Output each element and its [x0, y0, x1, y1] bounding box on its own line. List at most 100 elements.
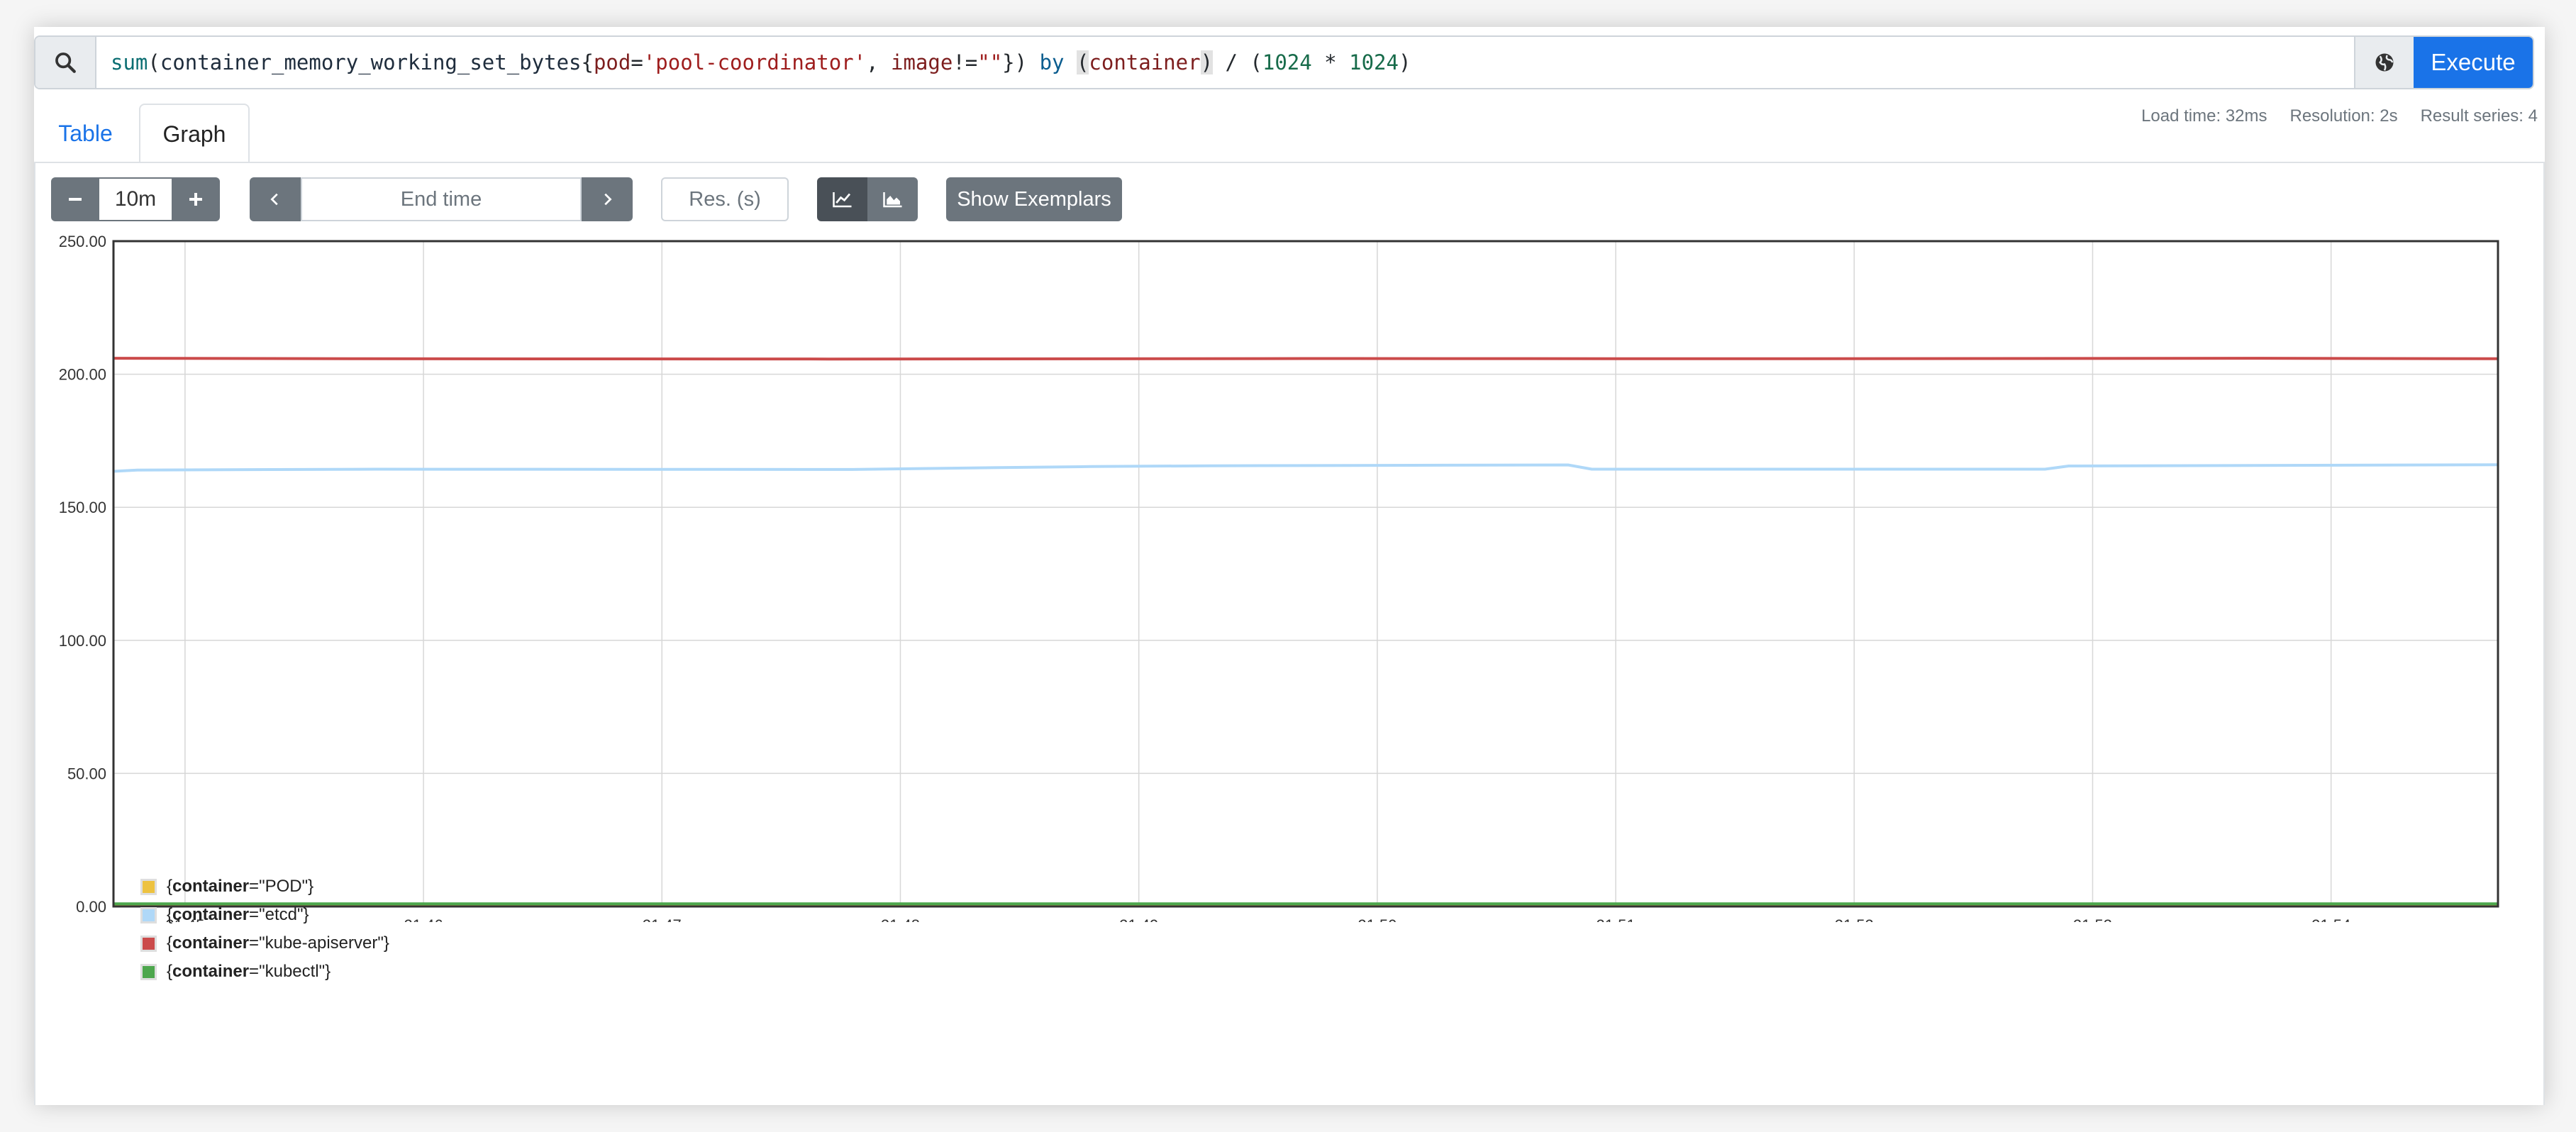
execute-button[interactable]: Execute — [2414, 37, 2533, 88]
legend-label-value: etcd — [265, 905, 297, 924]
query-token: = — [631, 50, 643, 74]
legend-item[interactable]: {container="kubectl"} — [140, 958, 389, 986]
legend-brace: "} — [377, 933, 389, 953]
resolution-input[interactable]: Res. (s) — [661, 177, 789, 221]
metrics-explorer-button[interactable] — [2354, 37, 2414, 88]
query-token: container — [1089, 50, 1201, 74]
x-tick-label: 21:53 — [2073, 916, 2112, 922]
chevron-left-icon — [270, 193, 278, 206]
end-time-input[interactable]: End time — [301, 177, 582, 221]
legend-brace: "} — [296, 905, 309, 924]
globe-icon — [2375, 53, 2394, 72]
minus-icon — [69, 198, 82, 201]
plot-area — [113, 241, 2498, 906]
x-tick-label: 21:54 — [2311, 916, 2350, 922]
legend-label: {container="etcd"} — [167, 905, 309, 925]
previous-time-button[interactable] — [250, 177, 301, 221]
query-token: 'pool-coordinator' — [643, 50, 867, 74]
tab-table[interactable]: Table — [34, 104, 137, 163]
prometheus-window: sum(container_memory_working_set_bytes{p… — [34, 27, 2545, 1105]
y-tick-label: 100.00 — [59, 632, 106, 650]
legend-brace: { — [167, 933, 173, 953]
legend-brace: { — [167, 877, 173, 896]
legend-label-key: container — [172, 877, 250, 896]
x-tick-label: 21:47 — [643, 916, 682, 922]
legend-swatch — [140, 935, 157, 952]
query-token: 1024 — [1262, 50, 1312, 74]
chart-svg: 0.0050.00100.00150.00200.00250.0021:4521… — [59, 233, 2499, 934]
x-tick-label: 21:46 — [404, 916, 443, 922]
legend-label-value: kubectl — [265, 962, 319, 981]
legend-label-value: POD — [265, 877, 302, 896]
query-token: { — [581, 50, 594, 74]
query-token: ) — [1200, 50, 1214, 74]
result-series: Result series: 4 — [2420, 106, 2538, 126]
expression-input[interactable]: sum(container_memory_working_set_bytes{p… — [96, 37, 2354, 88]
legend-brace: "} — [318, 962, 331, 981]
legend-label: {container="kube-apiserver"} — [167, 933, 389, 953]
increase-range-button[interactable] — [172, 177, 220, 221]
legend-swatch — [140, 906, 157, 923]
next-time-button[interactable] — [582, 177, 633, 221]
legend-label: {container="kubectl"} — [167, 962, 331, 982]
query-token: != — [953, 50, 978, 74]
line-chart-icon — [832, 192, 851, 208]
search-icon — [35, 37, 96, 88]
query-token: ( — [148, 50, 160, 74]
decrease-range-button[interactable] — [51, 177, 99, 221]
legend-item[interactable]: {container="POD"} — [140, 872, 389, 901]
show-exemplars-button[interactable]: Show Exemplars — [946, 177, 1122, 221]
query-token: pod — [593, 50, 631, 74]
legend: {container="POD"} {container="etcd"} {cont… — [140, 872, 389, 986]
query-token: image — [891, 50, 953, 74]
query-token: 1024 — [1349, 50, 1399, 74]
legend-item[interactable]: {container="etcd"} — [140, 901, 389, 929]
query-token: container_memory_working_set_bytes — [160, 50, 582, 74]
unstacked-button[interactable] — [817, 177, 867, 221]
graph-panel: 10m End time Res. (s) Show Exemplars 0.0… — [34, 162, 2545, 1105]
load-time: Load time: 32ms — [2141, 106, 2267, 126]
stack-toggle — [817, 177, 918, 221]
y-tick-label: 0.00 — [76, 898, 106, 916]
legend-item[interactable]: {container="kube-apiserver"} — [140, 929, 389, 958]
tab-graph[interactable]: Graph — [139, 104, 250, 163]
y-tick-label: 250.00 — [59, 234, 106, 250]
y-tick-label: 50.00 — [67, 765, 106, 782]
query-token: sum — [111, 50, 148, 74]
legend-eq: =" — [249, 905, 265, 924]
series-line-kube-apiserver — [113, 357, 2499, 361]
resolution: Resolution: 2s — [2289, 106, 2398, 126]
x-tick-label: 21:48 — [881, 916, 920, 922]
x-tick-label: 21:50 — [1358, 916, 1397, 922]
legend-label-value: kube-apiserver — [265, 933, 378, 953]
legend-swatch — [140, 878, 157, 895]
y-tick-label: 200.00 — [59, 366, 106, 384]
query-stats: Load time: 32ms Resolution: 2s Result se… — [2141, 106, 2538, 126]
legend-label-key: container — [172, 962, 250, 981]
query-token: , — [866, 50, 892, 74]
end-time-control: End time — [250, 177, 633, 221]
query-token: / ( — [1213, 50, 1262, 74]
y-tick-label: 150.00 — [59, 499, 106, 516]
legend-eq: =" — [249, 933, 265, 953]
x-tick-label: 21:51 — [1597, 916, 1636, 922]
query-token — [1064, 50, 1076, 74]
query-token: }) — [1002, 50, 1040, 74]
query-token: by — [1039, 50, 1065, 74]
legend-eq: =" — [249, 962, 265, 981]
area-chart-icon — [882, 192, 901, 208]
query-bar: sum(container_memory_working_set_bytes{p… — [34, 35, 2534, 89]
legend-brace: "} — [301, 877, 314, 896]
range-input[interactable]: 10m — [99, 177, 172, 221]
legend-brace: { — [167, 962, 173, 981]
x-tick-label: 21:49 — [1119, 916, 1158, 922]
legend-label-key: container — [172, 905, 250, 924]
legend-swatch — [140, 963, 157, 980]
legend-label: {container="POD"} — [167, 877, 313, 897]
stacked-button[interactable] — [867, 177, 918, 221]
graph-chart: 0.0050.00100.00150.00200.00250.0021:4521… — [35, 233, 2546, 934]
legend-brace: { — [167, 905, 173, 924]
query-token: * — [1311, 50, 1350, 74]
x-tick-label: 21:52 — [1835, 916, 1874, 922]
legend-label-key: container — [172, 933, 250, 953]
